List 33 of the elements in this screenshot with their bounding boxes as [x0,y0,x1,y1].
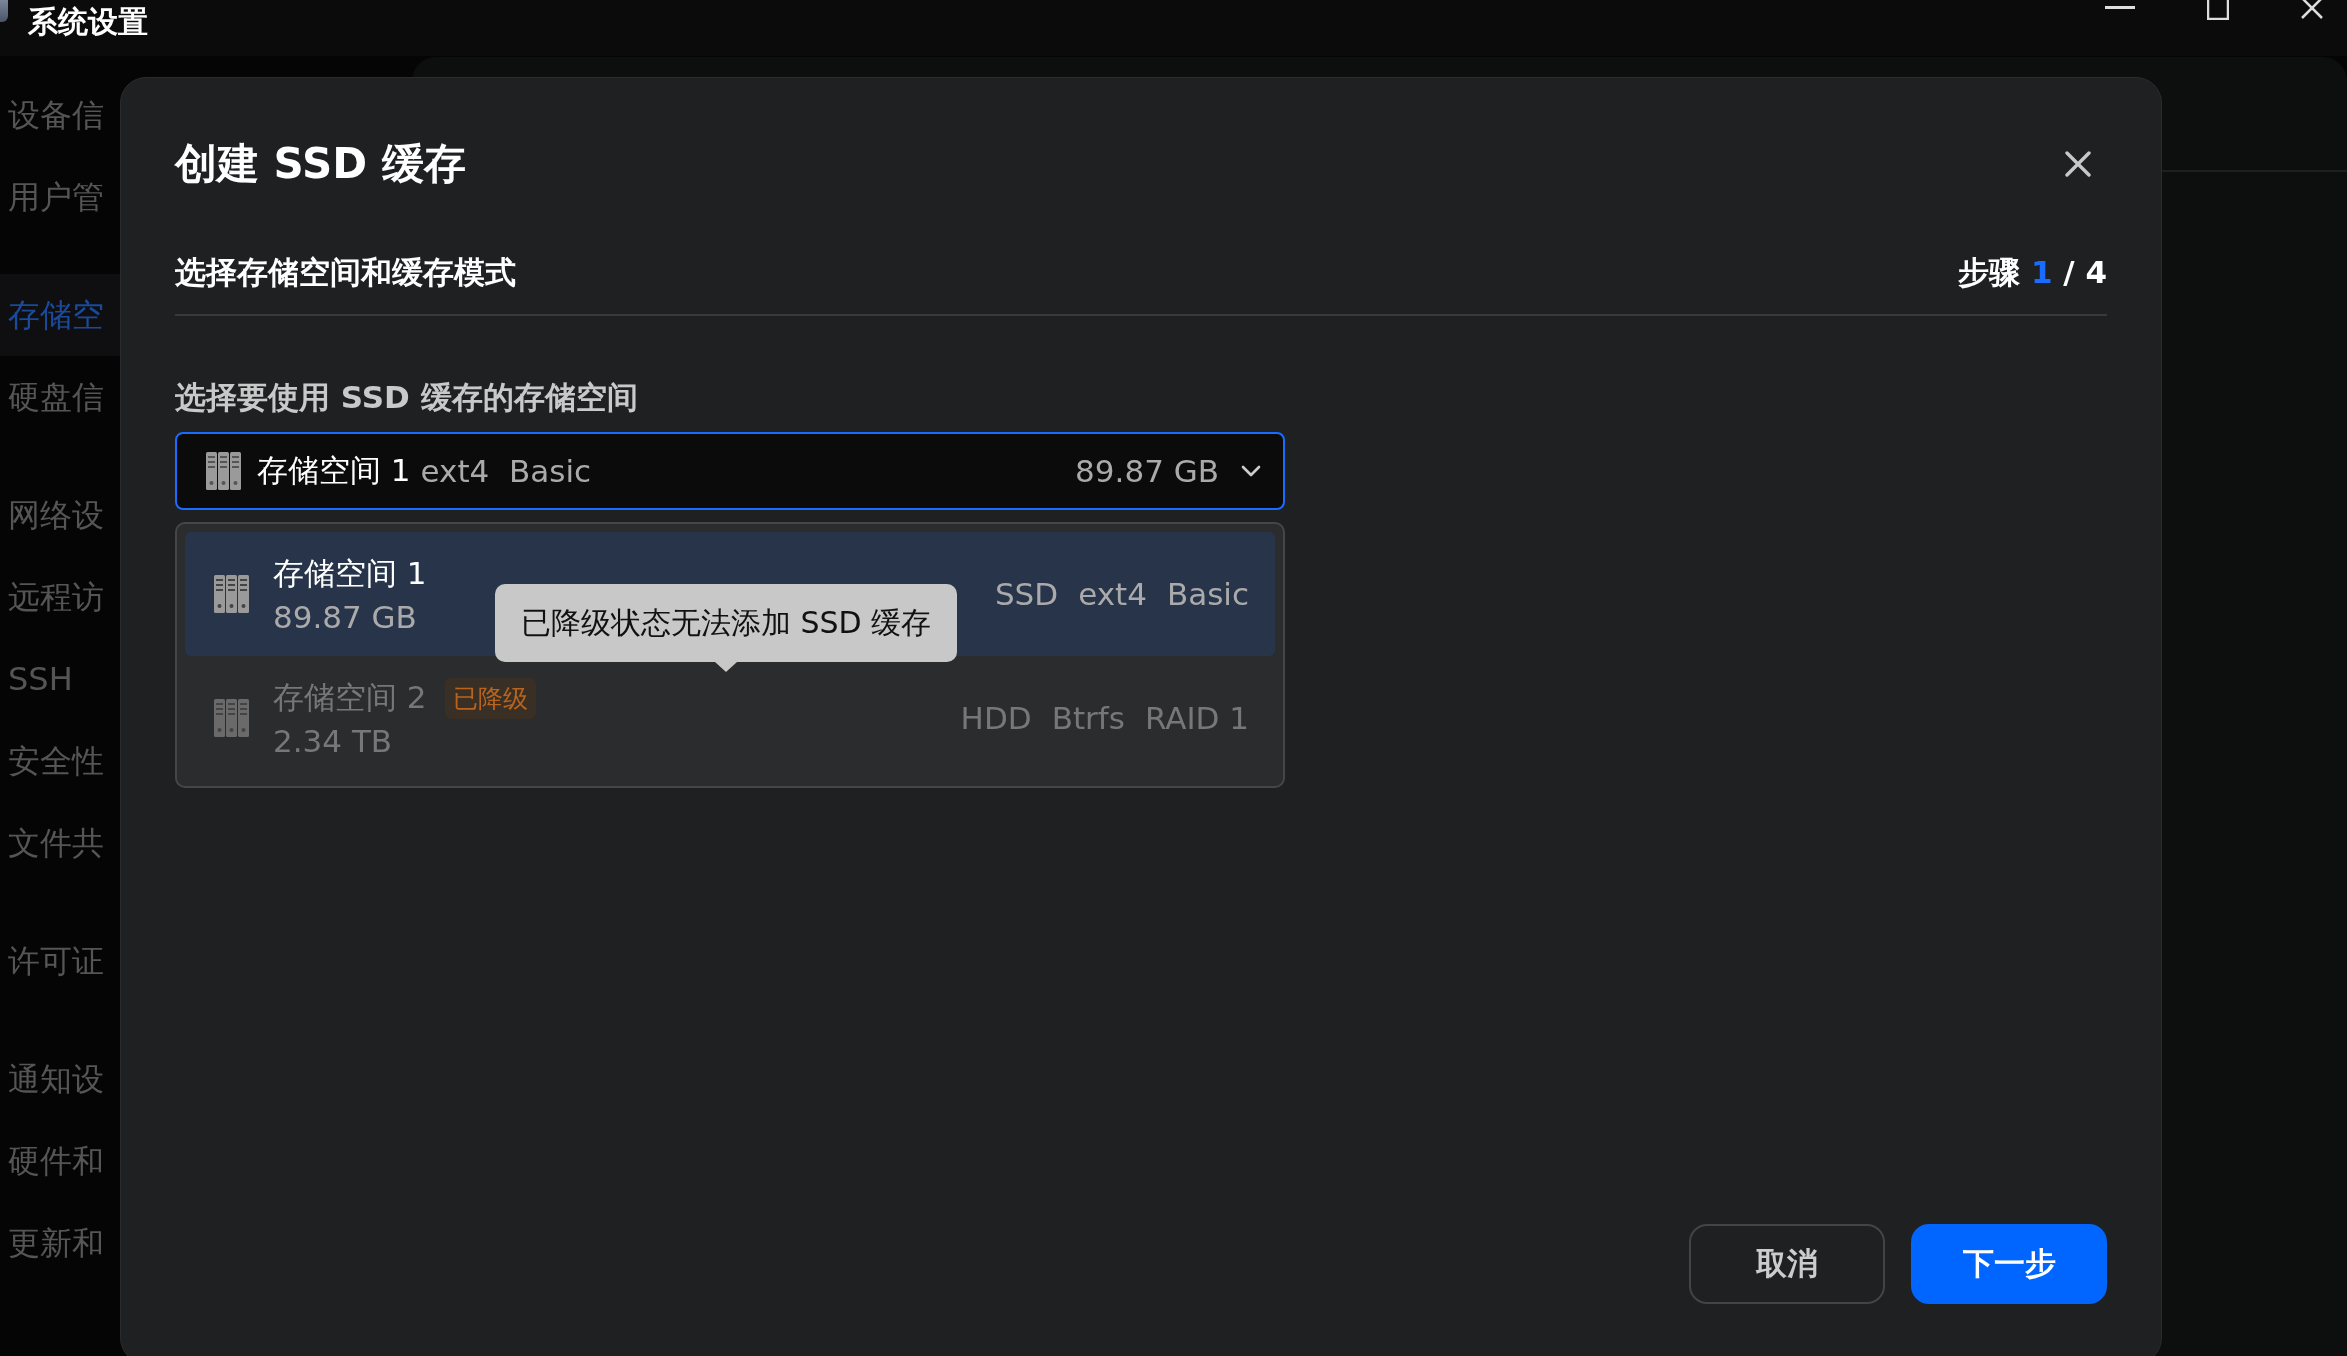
selected-storage-details: ext4 Basic [420,453,592,489]
cancel-button[interactable]: 取消 [1689,1224,1885,1304]
app-icon [0,0,8,22]
storage-tag: RAID 1 [1144,700,1249,736]
storage-size: 2.34 TB [273,723,394,759]
server-icon [213,697,251,739]
selected-storage-name: 存储空间 1 [257,451,411,490]
storage-name: 存储空间 2 [273,678,427,717]
degraded-badge: 已降级 [444,677,536,719]
step-title: 选择存储空间和缓存模式 [175,253,516,292]
maximize-icon[interactable] [2207,0,2229,20]
tooltip-arrow [715,662,738,673]
storage-name: 存储空间 1 [273,554,427,593]
storage-tag: Btrfs [1051,700,1125,736]
storage-size: 89.87 GB [273,599,418,635]
server-icon [205,450,243,492]
storage-tag: HDD [960,700,1032,736]
window-title: 系统设置 [28,3,148,41]
minimize-icon[interactable] [2105,6,2135,10]
tooltip: 已降级状态无法添加 SSD 缓存 [495,584,958,662]
server-icon [213,573,251,615]
field-label: 选择要使用 SSD 缓存的存储空间 [175,378,639,417]
chevron-down-icon [1241,465,1261,477]
close-icon[interactable] [2065,151,2091,177]
step-counter: 步骤 1 / 4 [1958,253,2107,292]
next-button[interactable]: 下一步 [1911,1224,2107,1304]
storage-select[interactable]: 存储空间 1 ext4 Basic 89.87 GB [175,432,1285,510]
storage-tag: Basic [1166,576,1249,612]
storage-tag: ext4 [1078,576,1147,612]
dialog-title: 创建 SSD 缓存 [175,138,466,190]
storage-tag: SSD [994,576,1059,612]
close-icon[interactable] [2301,0,2323,20]
selected-storage-size: 89.87 GB [1075,453,1219,489]
